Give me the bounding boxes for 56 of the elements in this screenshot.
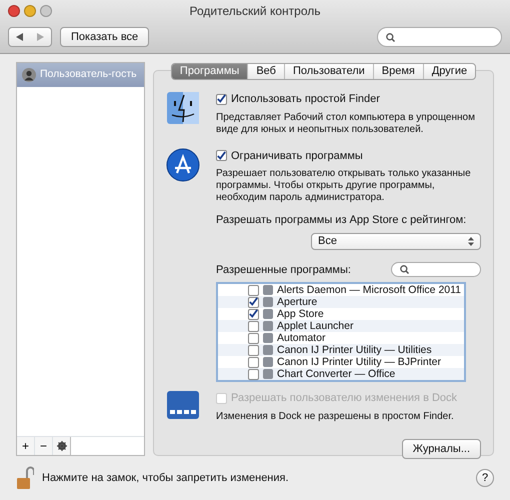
checkbox[interactable] <box>248 320 259 332</box>
settings-button[interactable] <box>53 437 71 455</box>
remove-button[interactable]: − <box>35 437 53 455</box>
window-title: Родительский контроль <box>190 3 320 20</box>
tab[interactable]: Программы <box>172 64 248 79</box>
search-field[interactable] <box>391 262 481 278</box>
back-icon[interactable] <box>16 33 23 41</box>
description-text: Представляет Рабочий стол компьютера в упрощенном виде для юных и неопытных пользователей. <box>216 112 476 136</box>
rating-label: Разрешать программы из App Store с рейтингом: <box>216 213 468 228</box>
checkbox-label: Использовать простой Finder <box>231 92 380 107</box>
search-field[interactable] <box>377 27 502 47</box>
user-silhouette-icon <box>22 68 36 82</box>
zoom-button[interactable] <box>40 5 52 17</box>
description-text: Разрешает пользователю открывать только указанные программы. Чтобы открыть другие программы, необходим пароль администратора. <box>216 168 472 204</box>
app-name: Chart Converter — Office <box>277 368 396 380</box>
app-name: Aperture <box>277 296 318 308</box>
help-button[interactable]: ? <box>476 469 494 487</box>
search-icon <box>400 265 409 274</box>
dock-icon <box>166 390 200 420</box>
app-name: Automator <box>277 332 326 344</box>
checkbox[interactable] <box>248 332 259 344</box>
show-all-button[interactable]: Показать все <box>60 27 150 47</box>
status-text: Нажмите на замок, чтобы запретить изменения. <box>42 470 289 486</box>
minimize-button[interactable] <box>24 5 36 17</box>
checkbox[interactable] <box>248 344 259 356</box>
checkbox[interactable] <box>248 356 259 368</box>
finder-face-icon <box>166 91 200 125</box>
tab[interactable]: Время <box>374 64 424 79</box>
close-button[interactable] <box>8 5 20 17</box>
open-lock-icon[interactable] <box>16 466 34 490</box>
description-text: Изменения в Dock не разрешены в простом Finder. <box>216 410 455 422</box>
checkbox-label: Ограничивать программы <box>231 148 363 164</box>
app-name: Canon IJ Printer Utility — BJPrinter <box>277 356 441 368</box>
checkbox-label: Разрешать пользователю изменения в Dock <box>231 391 458 406</box>
add-button[interactable]: + <box>17 437 35 455</box>
app-store-icon <box>166 148 200 182</box>
app-name: Alerts Daemon — Microsoft Office 2011 <box>277 284 462 296</box>
rating-select[interactable]: Все <box>311 232 481 250</box>
checkbox[interactable] <box>248 284 259 296</box>
forward-icon[interactable] <box>37 33 44 41</box>
allowed-label: Разрешенные программы: <box>216 262 351 278</box>
logs-button[interactable]: Журналы... <box>402 438 481 458</box>
app-name: Canon IJ Printer Utility — Utilities <box>277 344 432 356</box>
app-name: App Store <box>277 308 324 320</box>
gear-icon <box>56 441 66 451</box>
checkbox[interactable] <box>216 150 227 162</box>
tab[interactable]: Веб <box>248 64 285 79</box>
app-name: Applet Launcher <box>277 320 354 332</box>
search-icon <box>386 32 395 42</box>
checkbox[interactable] <box>248 296 259 308</box>
tab[interactable]: Пользователи <box>284 64 374 79</box>
updown-arrows-icon <box>468 236 474 246</box>
tab[interactable]: Другие <box>424 64 476 79</box>
checkbox[interactable] <box>248 308 259 320</box>
checkbox[interactable] <box>248 368 259 380</box>
checkbox[interactable] <box>216 94 227 105</box>
